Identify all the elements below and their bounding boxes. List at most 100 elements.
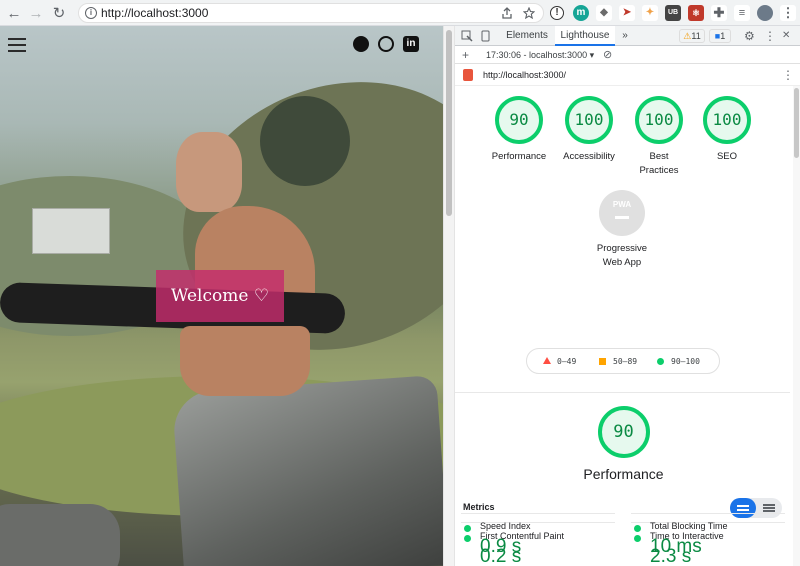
pass-circle-icon [657,358,664,365]
address-bar[interactable]: i http://localhost:3000 [78,3,544,23]
gauge-performance[interactable]: 90 Performance [485,96,553,164]
gauge-seo[interactable]: 100 SEO [693,96,761,164]
reading-list-icon[interactable]: ≡ [734,5,750,21]
report-selector[interactable]: 17:30:06 - localhost:3000 ▾ [486,50,594,61]
devtools-tab-bar: Elements Lighthouse » ⚠11 ■1 ⚙ ⋮ ✕ [455,26,800,46]
reload-button[interactable]: ↻ [50,4,68,22]
devtools-menu-icon[interactable]: ⋮ [764,29,776,43]
linkedin-icon[interactable]: in [403,36,419,52]
extension-react-icon[interactable]: ⚛ [688,5,704,21]
gauge-accessibility-score: 100 [565,96,613,144]
metrics-row-2: Speed Index 0.9 s Total Blocking Time 10… [455,512,793,566]
metric-tbt-value: 10 ms [650,536,702,557]
whatsapp-icon[interactable] [378,36,394,52]
extension-metamask-icon[interactable]: ✦ [642,5,658,21]
building-background [32,208,110,254]
extension-bird-icon[interactable]: ➤ [619,5,635,21]
bookmark-star-icon[interactable] [523,7,535,19]
share-icon[interactable] [501,7,513,19]
gauge-seo-score: 100 [703,96,751,144]
tab-elements[interactable]: Elements [501,26,553,46]
devtools-settings-icon[interactable]: ⚙ [744,29,755,43]
gauge-accessibility[interactable]: 100 Accessibility [555,96,623,164]
legend-pass: 90–100 [671,357,700,366]
legend-fail: 0–49 [557,357,577,366]
rock [171,374,443,566]
gauge-seo-label: SEO [716,151,738,162]
lighthouse-report: 90 Performance 100 Accessibility 100 Bes… [455,88,793,566]
person-arms [180,326,310,396]
devtools-scrollbar[interactable] [793,86,800,566]
gauge-performance-label: Performance [491,151,547,162]
more-tabs-icon[interactable]: » [619,26,631,46]
metric-tbt: Total Blocking Time 10 ms [634,521,784,561]
dropdown-arrow-icon: ▾ [589,50,595,60]
warnings-count: 11 [691,31,701,41]
report-url: http://localhost:3000/ [483,70,567,80]
rock-small [0,504,120,566]
page-scrollbar[interactable] [443,26,455,566]
gauge-performance-score: 90 [495,96,543,144]
metric-speed-index: Speed Index 0.9 s [464,521,614,561]
github-icon[interactable] [353,36,369,52]
metric-tbt-label: Total Blocking Time [650,521,728,531]
pwa-badge-icon: PWA [599,190,645,236]
page-scrollbar-thumb[interactable] [446,30,452,216]
extensions-puzzle-icon[interactable]: ✚ [711,5,727,21]
hamburger-menu-icon [8,38,26,52]
compact-view-icon [737,505,749,507]
gauge-best-practices[interactable]: 100 Best Practices [625,96,693,178]
forward-arrow-icon: → [28,4,44,22]
hamburger-menu-button[interactable] [8,38,26,52]
device-toolbar-icon[interactable] [479,30,491,42]
section-divider [455,392,790,393]
metrics-title: Metrics [463,502,495,512]
extension-shield-icon[interactable]: UB [665,5,681,21]
devtools-scrollbar-thumb[interactable] [794,88,799,158]
inspect-element-icon[interactable] [461,30,473,42]
performance-section-score: 90 [597,406,650,458]
devtools-close-icon[interactable]: ✕ [782,30,790,41]
gauge-pwa-label: Progressive Web App [596,243,648,268]
address-bar-url: http://localhost:3000 [101,6,209,20]
average-square-icon [599,358,606,365]
site-info-icon[interactable]: i [85,7,97,19]
clear-reports-icon[interactable]: ⊘ [603,48,612,61]
gauge-best-practices-label: Best Practices [639,151,679,176]
reload-icon: ↻ [52,5,66,22]
tab-lighthouse[interactable]: Lighthouse [555,26,615,46]
extension-info-icon[interactable]: ! [550,6,564,20]
report-url-bar: http://localhost:3000/ ⋮ [455,64,800,86]
person-head [176,132,242,212]
messages-badge[interactable]: ■1 [709,29,731,43]
pwa-dash-icon [615,216,629,219]
forward-button[interactable]: → [27,4,45,22]
metric-speed-index-label: Speed Index [480,521,531,531]
browser-menu-icon[interactable]: ⋮ [780,5,796,21]
gauge-pwa[interactable]: PWA Progressive Web App [585,190,659,270]
legend-average: 50–89 [613,357,638,366]
new-report-button[interactable]: + [462,48,469,62]
report-menu-icon[interactable]: ⋮ [782,68,794,82]
back-button[interactable]: ← [5,4,23,22]
report-selector-label: 17:30:06 - localhost:3000 [486,50,588,60]
expanded-view-icon [763,504,775,506]
extension-dropbox-icon[interactable]: ◆ [596,5,612,21]
tree-background [260,96,350,186]
gauge-accessibility-label: Accessibility [563,151,615,162]
pass-circle-icon [464,525,471,532]
performance-section-gauge: 90 Performance [571,406,676,482]
profile-avatar[interactable] [757,5,773,21]
warnings-badge[interactable]: ⚠11 [679,29,705,43]
metric-divider [461,513,615,514]
fail-triangle-icon [543,357,551,364]
extension-m-icon[interactable]: m [573,5,589,21]
metric-divider [631,513,785,514]
welcome-button[interactable]: Welcome ♡ [156,270,284,322]
performance-section-title: Performance [583,466,664,482]
pwa-badge-text: PWA [612,200,632,209]
gauge-best-practices-score: 100 [635,96,683,144]
messages-count: 1 [720,31,726,41]
devtools-panel: Elements Lighthouse » ⚠11 ■1 ⚙ ⋮ ✕ + 17:… [455,26,800,566]
lighthouse-logo-icon [463,69,473,81]
